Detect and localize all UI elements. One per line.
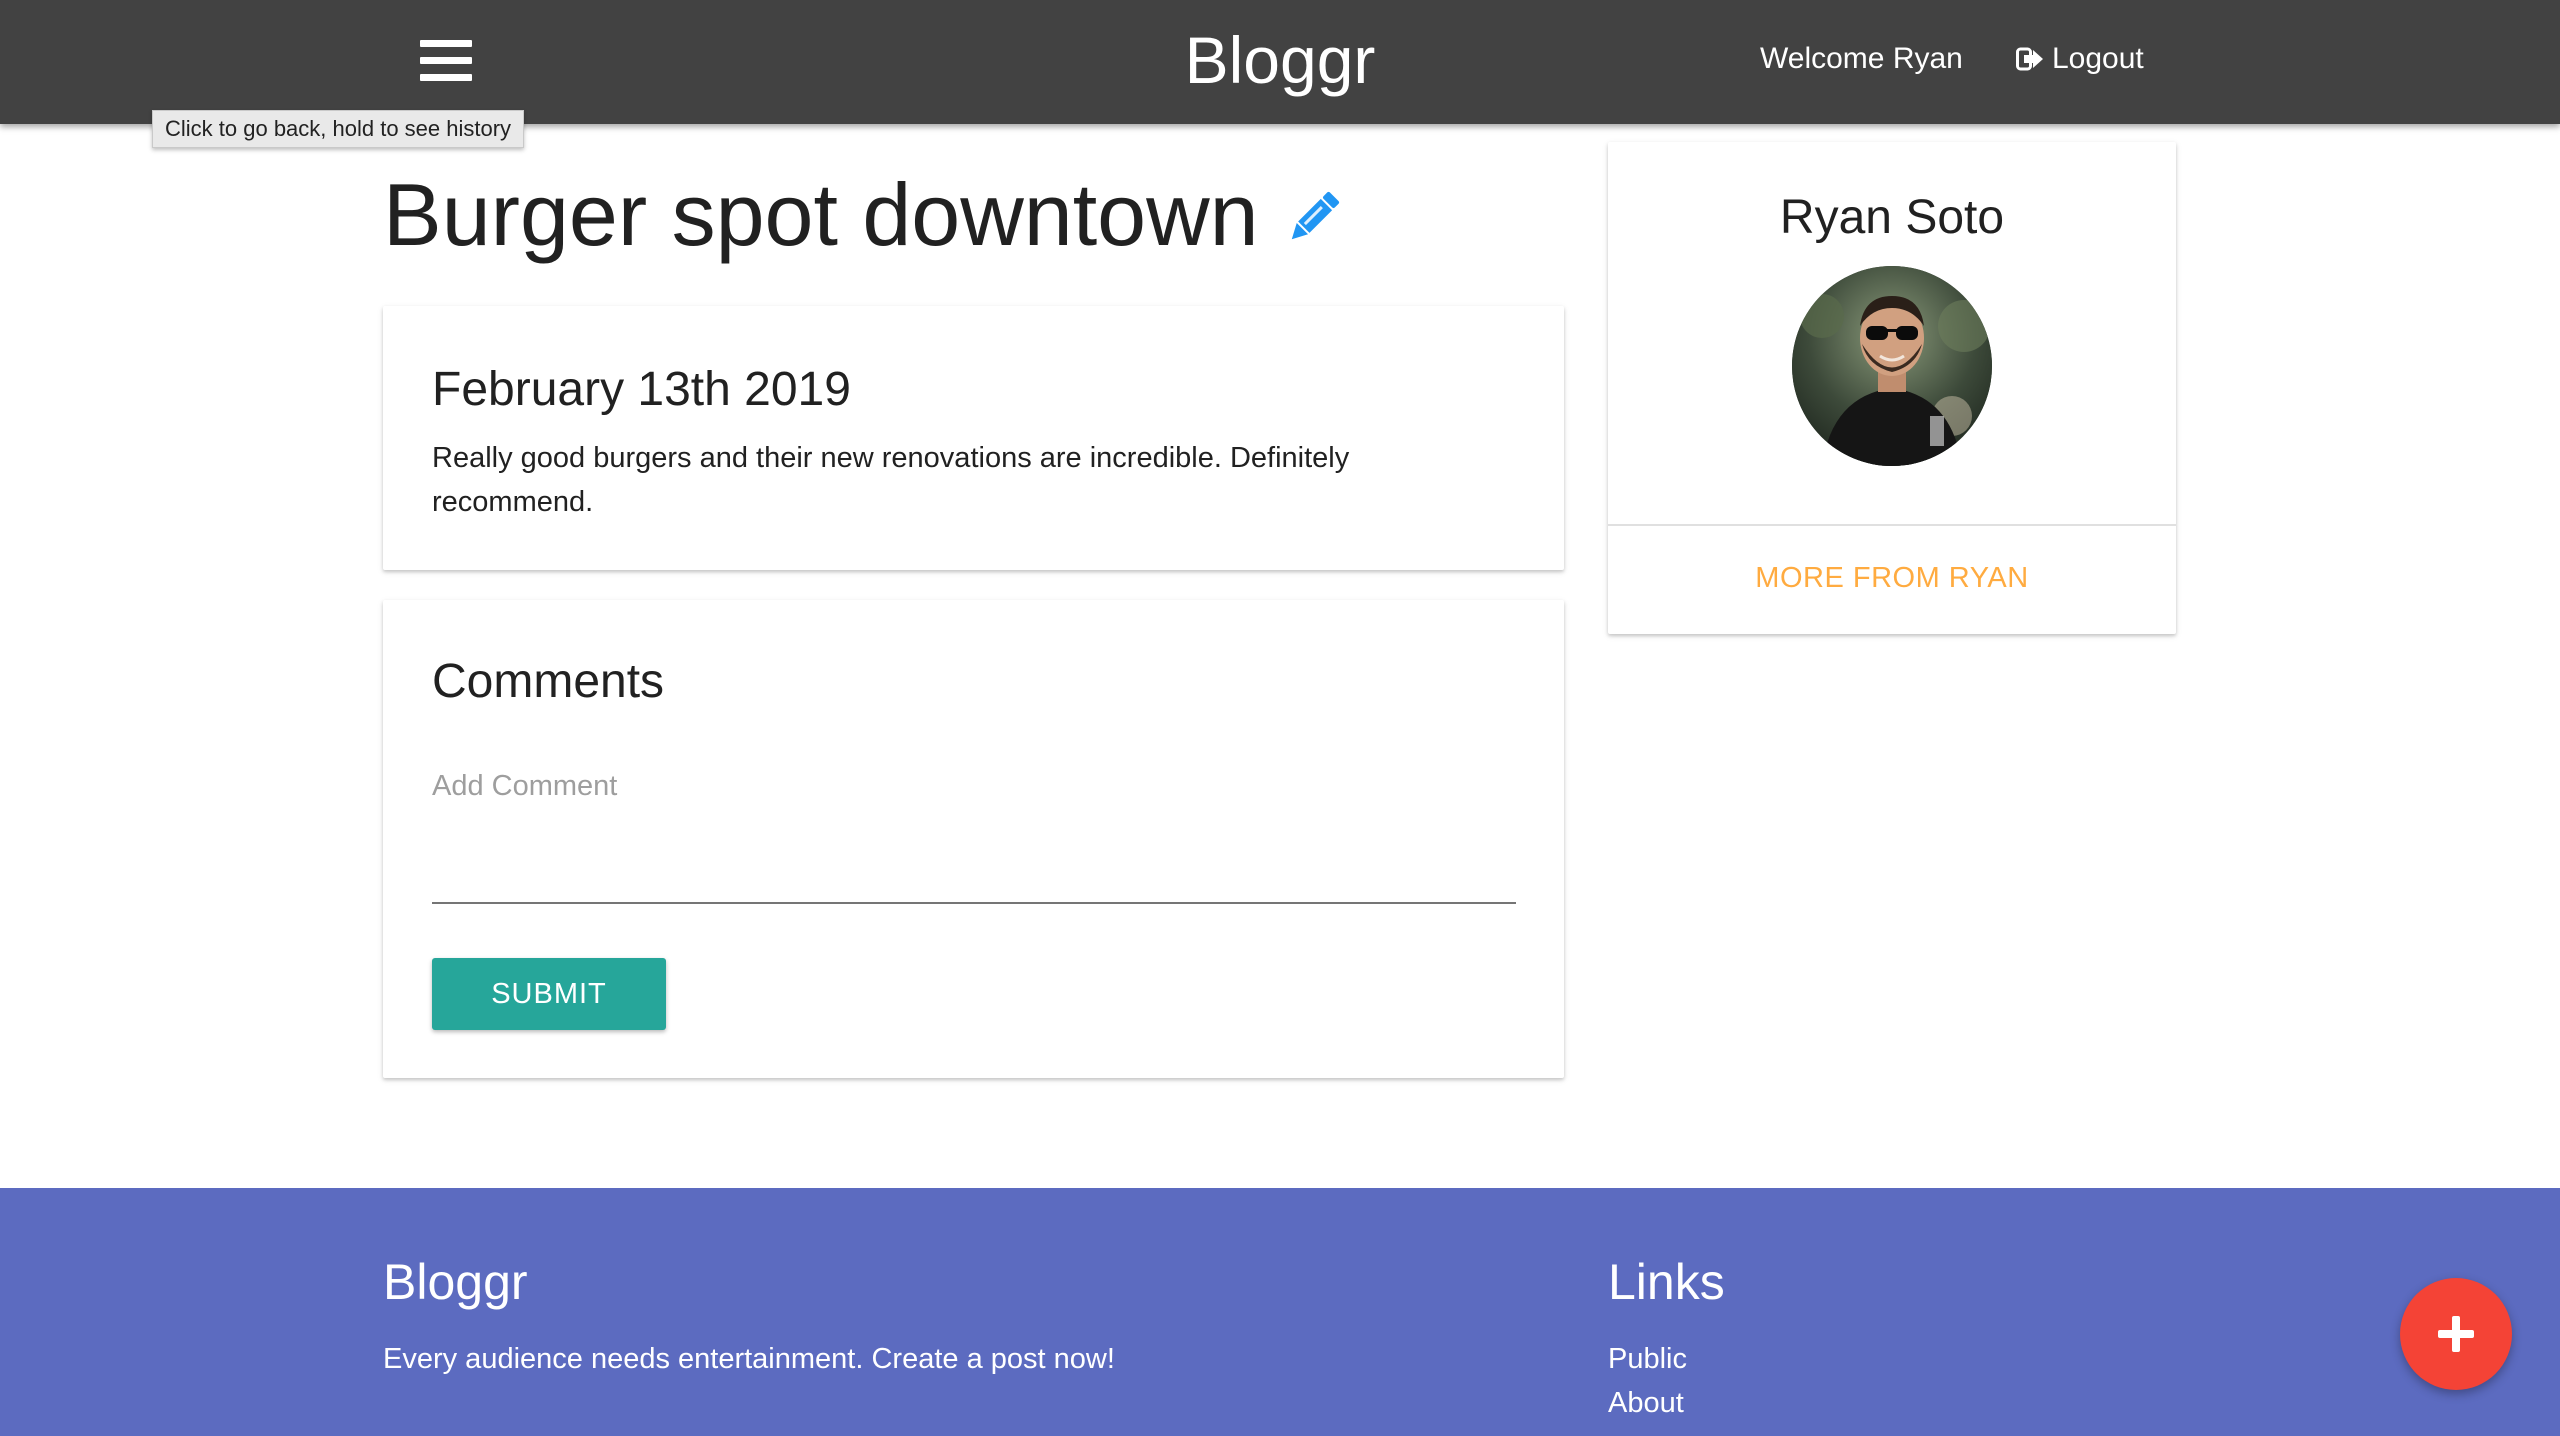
footer-link-public[interactable]: Public [1608,1338,1687,1380]
comments-card: Comments Add Comment SUBMIT [383,600,1564,1078]
sign-out-icon [2016,47,2043,71]
footer-tagline: Every audience needs entertainment. Crea… [383,1343,1115,1375]
author-name: Ryan Soto [1779,191,2005,244]
back-button-tooltip: Click to go back, hold to see history [152,110,525,148]
post-title-row: Burger spot downtown [383,162,1345,268]
comment-input[interactable] [432,812,1516,904]
add-post-fab-plus-icon[interactable] [2400,1278,2512,1390]
footer-link-about[interactable]: About [1608,1382,1684,1424]
top-navbar: Bloggr Welcome Ryan Logout [0,0,2560,124]
footer-brand: Bloggr [383,1254,528,1310]
page-footer: Bloggr Every audience needs entertainmen… [0,1188,2560,1436]
post-card: February 13th 2019 Really good burgers a… [383,306,1564,570]
author-card-divider [1608,524,2176,526]
logout-label: Logout [2052,42,2144,75]
add-comment-label: Add Comment [432,770,618,802]
post-title: Burger spot downtown [383,165,1259,264]
comments-title: Comments [432,655,665,708]
brand-logo: Bloggr [0,18,2560,102]
more-from-author-link[interactable]: MORE FROM RYAN [1608,556,2176,600]
post-date: February 13th 2019 [432,363,851,416]
post-body: Really good burgers and their new renova… [432,442,1350,518]
footer-links-title: Links [1608,1254,1725,1310]
logout-link[interactable]: Logout [2016,38,2144,80]
author-card: Ryan Soto MORE FROM RYAN [1608,142,2176,634]
profile-photo [1792,266,1992,466]
welcome-text: Welcome Ryan [1760,42,1963,75]
hamburger-menu-icon[interactable] [412,34,480,90]
pencil-icon[interactable] [1281,186,1345,250]
author-avatar [1792,266,1992,466]
submit-button[interactable]: SUBMIT [432,958,666,1030]
brand-link[interactable]: Bloggr [1185,23,1376,97]
